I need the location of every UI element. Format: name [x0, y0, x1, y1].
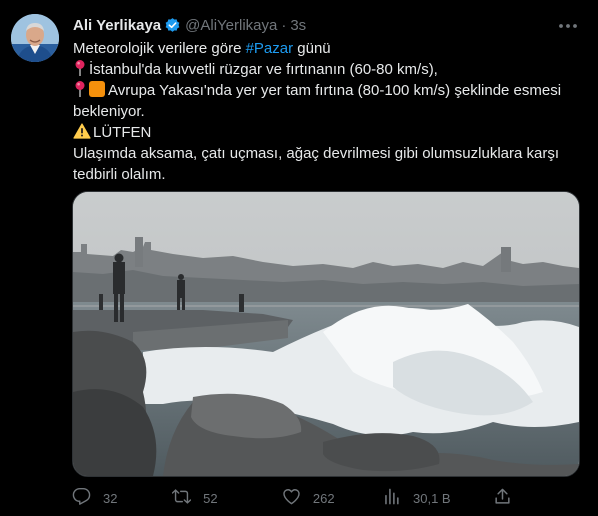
- reply-count: 32: [103, 490, 118, 506]
- tweet-text-1a: Meteorolojik verilere göre: [73, 40, 246, 57]
- tweet-text-5: Ulaşımda aksama, çatı uçması, ağaç devri…: [73, 145, 560, 183]
- warning-icon: [73, 123, 91, 139]
- tweet-line-1: Meteorolojik verilere göre #Pazar günü: [73, 38, 583, 59]
- separator-dot: ·: [281, 16, 287, 34]
- tweet-text-1b: günü: [293, 40, 331, 57]
- tweet-text-3: Avrupa Yakası'nda yer yer tam fırtına (8…: [73, 82, 562, 120]
- tweet[interactable]: Ali Yerlikaya @AliYerlikaya · 3s Meteoro…: [0, 0, 598, 516]
- verified-badge-icon[interactable]: [164, 17, 181, 34]
- share-icon: [493, 487, 512, 509]
- tweet-line-4: LÜTFEN: [73, 122, 583, 143]
- tweet-photo[interactable]: [72, 191, 580, 477]
- tweet-line-3: Avrupa Yakası'nda yer yer tam fırtına (8…: [73, 80, 583, 122]
- avatar[interactable]: [11, 14, 59, 62]
- hashtag-link[interactable]: #Pazar: [246, 40, 294, 57]
- like-icon: [282, 487, 301, 509]
- action-bar: 32 52 262 30,1 B: [72, 484, 512, 512]
- tweet-text-4: LÜTFEN: [93, 124, 152, 141]
- tweet-line-5: Ulaşımda aksama, çatı uçması, ağaç devri…: [73, 143, 583, 185]
- tweet-time[interactable]: 3s: [290, 17, 306, 34]
- like-count: 262: [312, 490, 335, 506]
- more-icon[interactable]: [554, 14, 582, 38]
- author-handle[interactable]: @AliYerlikaya: [185, 17, 277, 34]
- tweet-text-2: İstanbul'da kuvvetli rüzgar ve fırtınanı…: [89, 61, 438, 78]
- reply-icon: [72, 487, 91, 509]
- retweet-icon: [171, 487, 192, 509]
- tweet-line-2: İstanbul'da kuvvetli rüzgar ve fırtınanı…: [73, 59, 583, 80]
- like-button[interactable]: 262: [282, 484, 382, 512]
- tweet-text: Meteorolojik verilere göre #Pazar günü İ…: [73, 38, 583, 185]
- views-icon: [382, 487, 401, 509]
- retweet-button[interactable]: 52: [171, 484, 282, 512]
- tweet-header: Ali Yerlikaya @AliYerlikaya · 3s: [73, 15, 306, 35]
- views-count: 30,1 B: [413, 490, 451, 506]
- author-name[interactable]: Ali Yerlikaya: [73, 17, 161, 34]
- share-button[interactable]: [493, 484, 512, 512]
- views-button[interactable]: 30,1 B: [382, 484, 493, 512]
- orange-square-icon: [89, 81, 105, 97]
- retweet-count: 52: [203, 490, 218, 506]
- reply-button[interactable]: 32: [72, 484, 172, 512]
- pin-icon: [73, 59, 87, 77]
- pin-icon: [73, 80, 87, 98]
